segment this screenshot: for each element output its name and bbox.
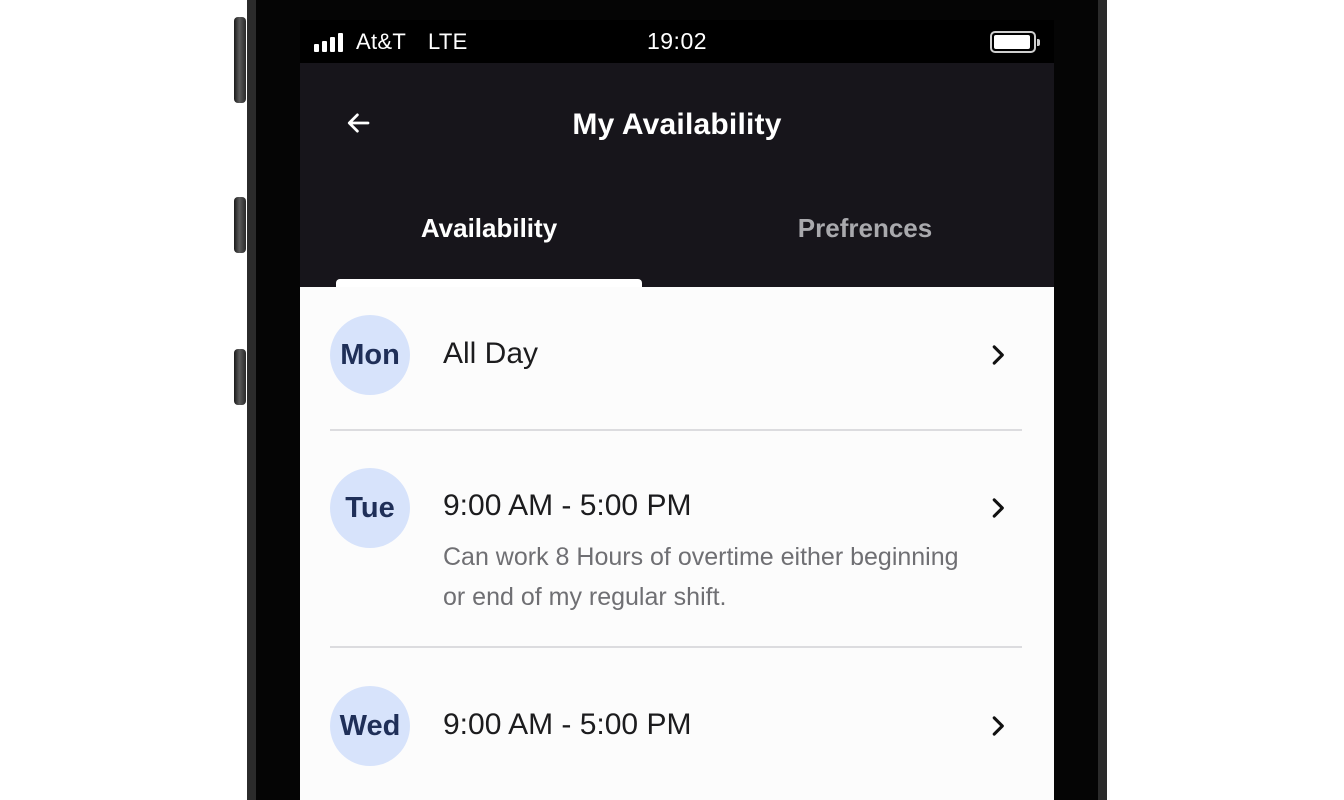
- chevron-right-icon: [984, 712, 1012, 740]
- phone-volume-down-button: [234, 349, 246, 405]
- availability-time: 9:00 AM - 5:00 PM: [443, 708, 692, 741]
- availability-row-mon[interactable]: Mon All Day: [300, 287, 1054, 431]
- day-badge: Mon: [330, 315, 410, 395]
- status-time: 19:02: [646, 28, 708, 54]
- availability-time: All Day: [443, 337, 539, 370]
- availability-row-tue[interactable]: Tue 9:00 AM - 5:00 PM Can work 8 Hours o…: [300, 431, 1054, 648]
- day-badge: Wed: [330, 686, 410, 766]
- phone-screen: At&T LTE 19:02 My Availability Availabil…: [300, 20, 1054, 800]
- availability-note: Can work 8 Hours of overtime either begi…: [443, 543, 959, 611]
- battery-icon: [990, 31, 1040, 53]
- phone-volume-up-button: [234, 197, 246, 253]
- app-header: My Availability Availability Prefrences: [300, 63, 1054, 287]
- availability-time: 9:00 AM - 5:00 PM: [443, 489, 692, 522]
- active-tab-indicator: [336, 279, 642, 287]
- availability-row-wed[interactable]: Wed 9:00 AM - 5:00 PM: [300, 648, 1054, 798]
- chevron-right-icon: [984, 341, 1012, 369]
- device-stage: At&T LTE 19:02 My Availability Availabil…: [0, 0, 1344, 800]
- availability-list: Mon All Day Tue 9:00 AM - 5:00 PM Can wo…: [300, 287, 1054, 798]
- status-bar: At&T LTE 19:02: [300, 20, 1054, 63]
- page-title: My Availability: [572, 108, 782, 141]
- tab-preferences[interactable]: Prefrences: [710, 213, 1020, 283]
- chevron-right-icon: [984, 494, 1012, 522]
- phone-silent-switch: [234, 17, 246, 103]
- tab-availability[interactable]: Availability: [336, 213, 642, 283]
- day-badge: Tue: [330, 468, 410, 548]
